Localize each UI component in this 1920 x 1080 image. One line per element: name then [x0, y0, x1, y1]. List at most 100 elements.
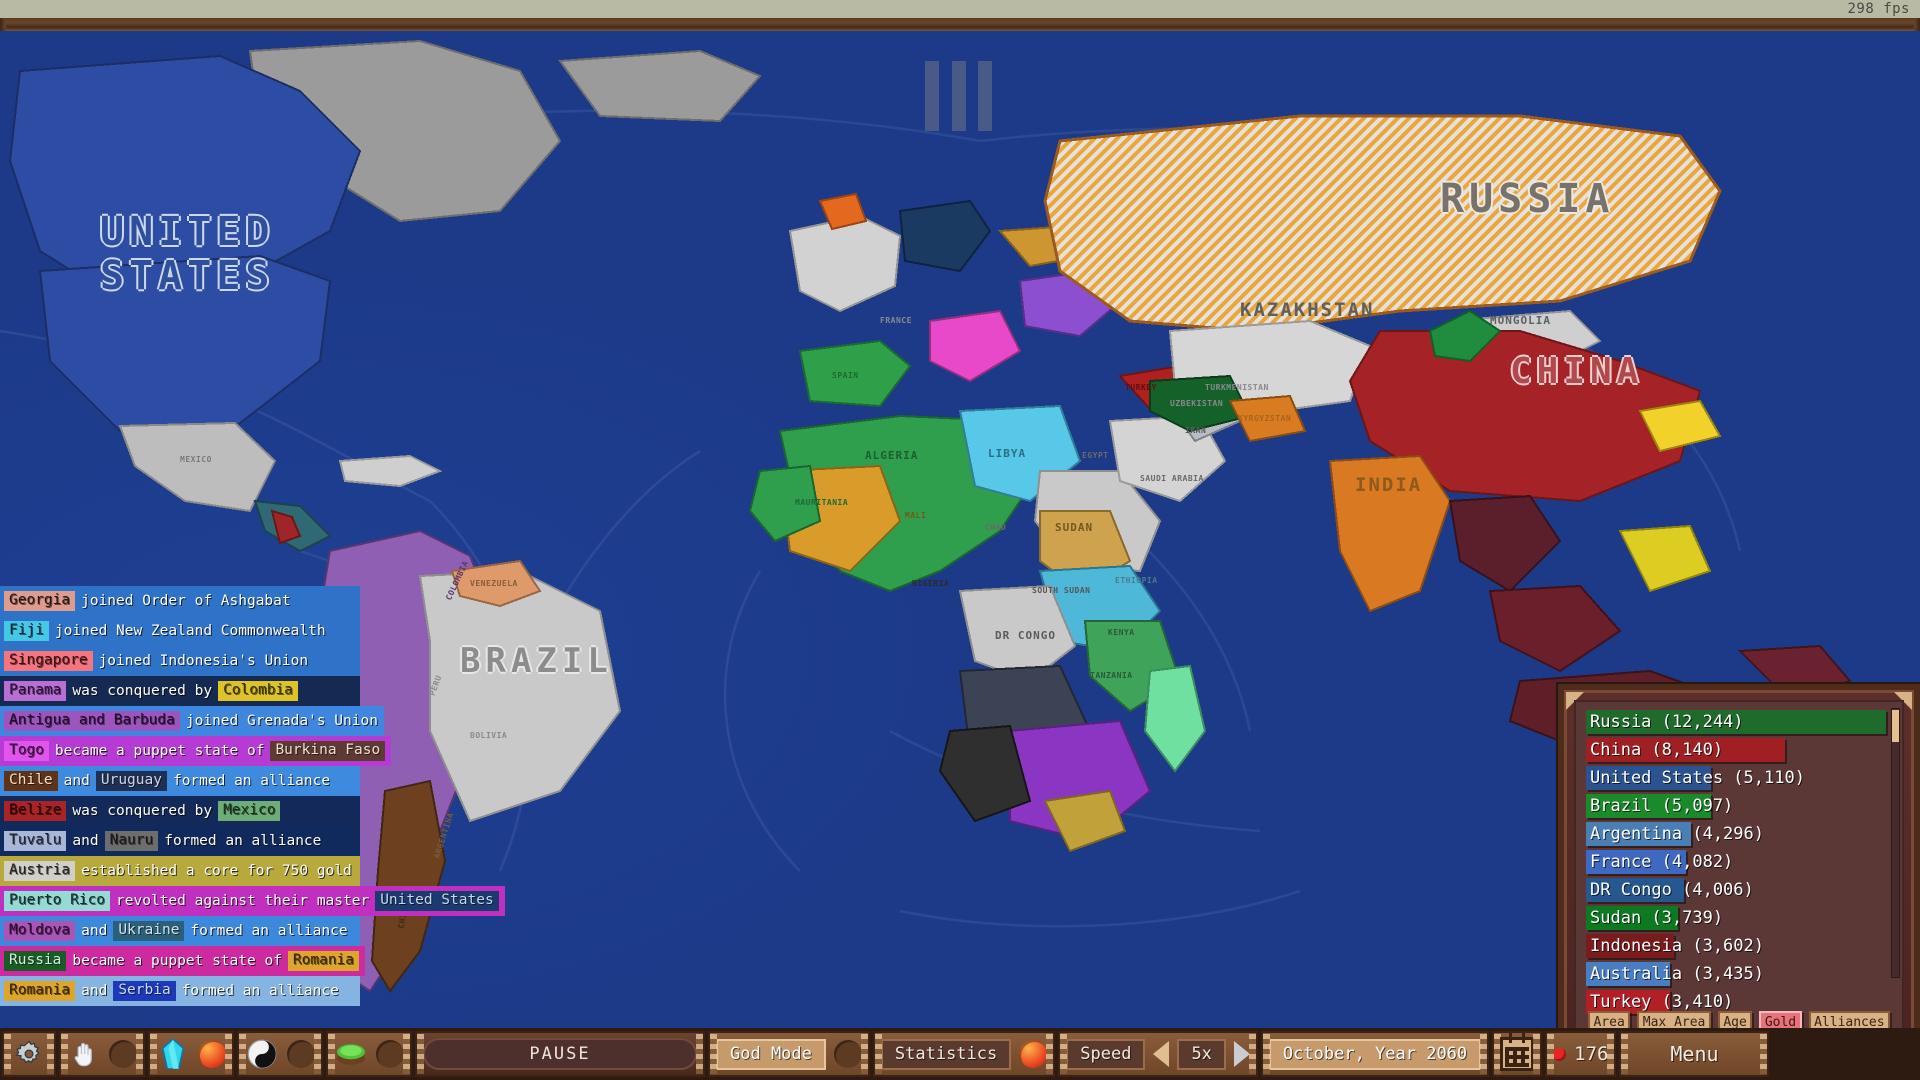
event-text: joined New Zealand Commonwealth — [54, 623, 326, 639]
leaderboard-entry-label: Brazil (5,097) — [1590, 796, 1734, 816]
window-frame-top — [0, 18, 1920, 31]
leaderboard-tab-age[interactable]: Age — [1717, 1011, 1753, 1029]
leaderboard-entry-label: Russia (12,244) — [1590, 712, 1744, 732]
desktop-strip: 298 fps — [0, 0, 1920, 18]
event-entity-tag: Moldova — [4, 921, 76, 941]
leaderboard-entry-label: United States (5,110) — [1590, 768, 1805, 788]
speed-control[interactable]: Speed 5x — [1058, 1031, 1258, 1077]
event-text: was conquered by — [72, 683, 213, 699]
speed-increase-icon[interactable] — [1233, 1041, 1250, 1067]
tool-slot-crystal[interactable] — [148, 1031, 234, 1077]
leaderboard-tab-gold[interactable]: Gold — [1759, 1011, 1802, 1029]
event-log-row: Georgia joined Order of Ashgabat — [0, 586, 360, 616]
leaderboard-scrollbar[interactable] — [1891, 708, 1900, 978]
statistics-button[interactable]: Statistics — [872, 1031, 1056, 1077]
event-text: was conquered by — [72, 803, 213, 819]
event-log-row: Russia became a puppet state of Romania — [0, 946, 366, 976]
pause-button[interactable]: PAUSE — [415, 1031, 705, 1077]
event-text: formed an alliance — [172, 773, 331, 789]
date-display: October, Year 2060 — [1260, 1031, 1490, 1077]
leaderboard-list: Russia (12,244) China (8,140) United State… — [1586, 708, 1886, 1016]
calendar-button[interactable] — [1492, 1031, 1543, 1077]
settings-button[interactable] — [2, 1031, 56, 1077]
event-entity-tag: Russia — [4, 951, 67, 971]
god-mode-button[interactable]: God Mode — [708, 1031, 870, 1077]
leaderboard-row[interactable]: Brazil (5,097) — [1586, 792, 1882, 820]
statistics-orb — [1019, 1040, 1048, 1068]
event-entity-tag: Singapore — [4, 651, 93, 671]
event-log-row: Puerto Rico revolted against their master… — [0, 886, 505, 916]
event-text: formed an alliance — [164, 833, 322, 849]
god-mode-label: God Mode — [716, 1038, 826, 1070]
pause-label: PAUSE — [423, 1038, 697, 1070]
statistics-label: Statistics — [880, 1038, 1012, 1070]
event-text: and — [81, 983, 108, 999]
event-log-row: Togo became a puppet state of Burkina Faso — [0, 736, 392, 766]
event-text: established a core for 750 gold — [81, 863, 352, 879]
tool-slot-terrain[interactable] — [326, 1031, 412, 1077]
speed-value: 5x — [1177, 1038, 1226, 1070]
monument-pillar-3 — [978, 61, 992, 131]
calendar-ring-left — [1509, 1033, 1513, 1043]
leaderboard-row[interactable]: China (8,140) — [1586, 736, 1882, 764]
event-log-row: Fiji joined New Zealand Commonwealth — [0, 616, 360, 646]
leaderboard-row[interactable]: France (4,082) — [1586, 848, 1882, 876]
leaderboard-tab-max-area[interactable]: Max Area — [1637, 1011, 1711, 1029]
leaderboard-row[interactable]: Indonesia (3,602) — [1586, 932, 1882, 960]
event-log: Georgia joined Order of Ashgabat Fiji joine… — [0, 586, 505, 1006]
event-entity-tag: Serbia — [113, 981, 176, 1001]
tool-slot-hand[interactable] — [59, 1031, 145, 1077]
menu-label: Menu — [1670, 1041, 1719, 1066]
event-entity-tag: Austria — [4, 861, 76, 881]
event-log-row: Chile and Uruguay formed an alliance — [0, 766, 360, 796]
crystal-icon — [156, 1037, 190, 1071]
event-log-row: Antigua and Barbuda joined Grenada's Unio… — [0, 706, 384, 736]
event-text: became a puppet state of — [54, 743, 265, 759]
population-counter[interactable]: 176 — [1545, 1031, 1617, 1077]
event-text: joined Grenada's Union — [185, 713, 378, 729]
event-entity-tag: Romania — [287, 951, 360, 971]
event-entity-tag: Mexico — [218, 801, 281, 821]
leaderboard-row[interactable]: Argentina (4,296) — [1586, 820, 1882, 848]
god-mode-orb — [833, 1040, 862, 1068]
monument-pillar-1 — [925, 61, 939, 131]
leaderboard-panel[interactable]: Russia (12,244) China (8,140) United State… — [1558, 684, 1920, 1029]
event-text: revolted against their master — [116, 893, 370, 909]
event-text: formed an alliance — [181, 983, 339, 999]
event-entity-tag: United States — [375, 891, 499, 911]
monument-pillar-2 — [952, 61, 966, 131]
leaderboard-tab-area[interactable]: Area — [1588, 1011, 1631, 1029]
leaderboard-row[interactable]: United States (5,110) — [1586, 764, 1882, 792]
event-entity-tag: Panama — [4, 681, 67, 701]
scrollbar-thumb[interactable] — [1892, 710, 1899, 742]
event-entity-tag: Georgia — [4, 591, 76, 611]
leaderboard-entry-label: Turkey (3,410) — [1590, 992, 1734, 1012]
leaderboard-inner: Russia (12,244) China (8,140) United State… — [1574, 700, 1904, 1029]
leaderboard-row[interactable]: Russia (12,244) — [1586, 708, 1886, 736]
leaderboard-row[interactable]: DR Congo (4,006) — [1586, 876, 1882, 904]
speed-decrease-icon[interactable] — [1153, 1041, 1170, 1067]
leaderboard-tab-alliances[interactable]: Alliances — [1808, 1011, 1891, 1029]
event-text: became a puppet state of — [72, 953, 282, 969]
yinyang-icon — [245, 1037, 279, 1071]
event-text: and — [72, 833, 99, 849]
world-map[interactable]: UNITED STATES RUSSIA CHINA BRAZIL KAZAKH… — [0, 31, 1920, 1029]
tool-slot-yinyang[interactable] — [237, 1031, 323, 1077]
menu-button[interactable]: Menu — [1619, 1031, 1770, 1077]
event-log-row: Tuvalu and Nauru formed an alliance — [0, 826, 360, 856]
event-text: joined Indonesia's Union — [98, 653, 309, 669]
bottom-toolbar: PAUSE God Mode Statistics Speed 5x Octob… — [0, 1028, 1920, 1080]
event-log-row: Romania and Serbia formed an alliance — [0, 976, 360, 1006]
date-label: October, Year 2060 — [1268, 1038, 1482, 1070]
event-text: and — [81, 923, 108, 939]
calendar-ring-right — [1522, 1033, 1526, 1043]
event-entity-tag: Fiji — [4, 621, 49, 641]
leaderboard-row[interactable]: Australia (3,435) — [1586, 960, 1882, 988]
event-text: formed an alliance — [190, 923, 348, 939]
leaderboard-tabs: Area Max Area Age Gold Alliances — [1588, 1011, 1891, 1029]
leaderboard-entry-label: Indonesia (3,602) — [1590, 936, 1764, 956]
speed-label: Speed — [1066, 1038, 1146, 1070]
event-entity-tag: Puerto Rico — [4, 891, 111, 911]
leaderboard-row[interactable]: Sudan (3,739) — [1586, 904, 1882, 932]
terrain-icon — [334, 1037, 368, 1071]
